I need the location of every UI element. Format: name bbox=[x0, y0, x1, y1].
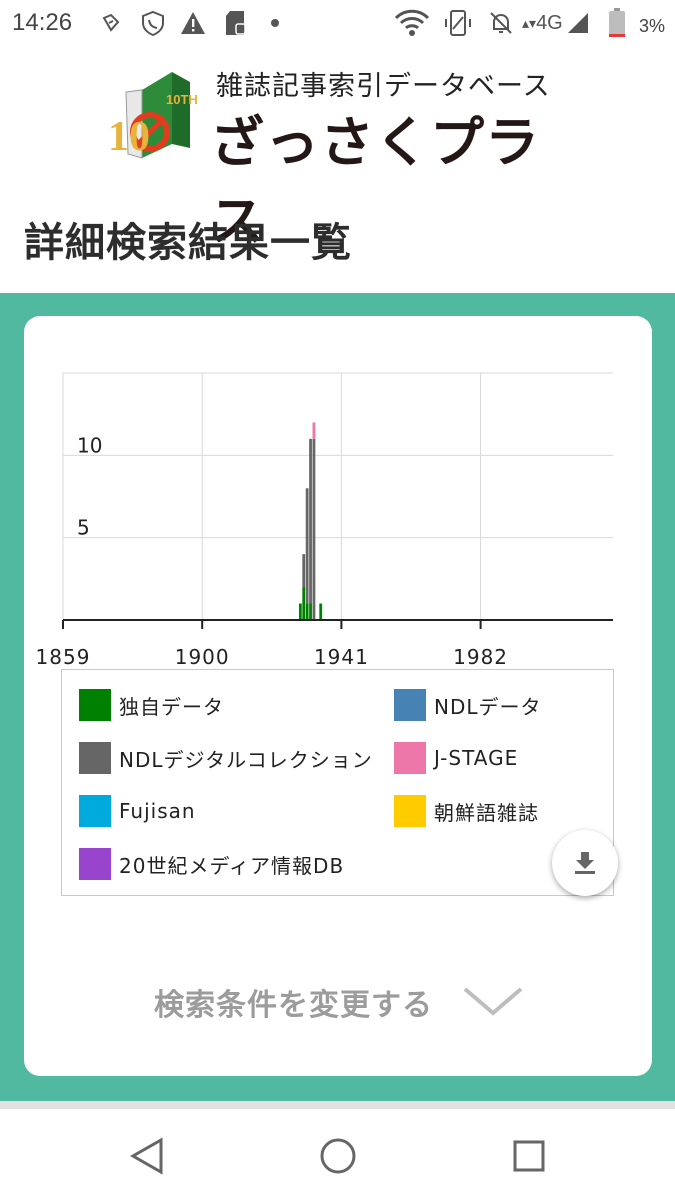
histogram-bar bbox=[309, 603, 312, 620]
legend-swatch bbox=[394, 795, 426, 827]
legend-swatch bbox=[79, 742, 111, 774]
histogram-bar bbox=[309, 438, 312, 604]
home-icon bbox=[320, 1138, 356, 1174]
legend-label: 朝鮮語雑誌 bbox=[434, 800, 539, 825]
section-divider bbox=[0, 1101, 675, 1109]
legend-swatch bbox=[79, 795, 111, 827]
histogram-bar bbox=[319, 603, 323, 620]
histogram-bar bbox=[305, 603, 309, 620]
legend-item-j-stage[interactable]: J-STAGE bbox=[394, 741, 518, 775]
histogram-bar bbox=[312, 438, 316, 620]
legend-swatch bbox=[394, 689, 426, 721]
legend-label: 独自データ bbox=[119, 694, 224, 719]
legend-item-korean-magazines[interactable]: 朝鮮語雑誌 bbox=[394, 794, 539, 828]
back-icon bbox=[129, 1137, 163, 1175]
legend-item-ndl-data[interactable]: NDLデータ bbox=[394, 688, 542, 722]
x-tick-label: 1859 bbox=[36, 645, 91, 669]
system-navigation-bar bbox=[0, 1109, 675, 1200]
x-tick-label: 1982 bbox=[453, 645, 508, 669]
x-tick-label: 1941 bbox=[314, 645, 369, 669]
change-conditions-label: 検索条件を変更する bbox=[154, 988, 433, 1023]
nav-recents-button[interactable] bbox=[504, 1131, 554, 1181]
chevron-down-icon bbox=[463, 987, 523, 1016]
y-tick-label: 10 bbox=[77, 433, 102, 457]
legend-item-ndl-digital[interactable]: NDLデジタルコレクション bbox=[79, 741, 373, 775]
legend-label: 20世紀メディア情報DB bbox=[119, 853, 345, 878]
change-search-conditions-button[interactable]: 検索条件を変更する bbox=[154, 980, 523, 1024]
legend-label: NDLデジタルコレクション bbox=[119, 747, 373, 772]
y-tick-label: 5 bbox=[77, 516, 90, 540]
legend-label: J-STAGE bbox=[434, 746, 519, 770]
chart-legend: 独自データ NDLデータ NDLデジタルコレクション J-STAGE Fujis… bbox=[61, 669, 614, 896]
nav-back-button[interactable] bbox=[122, 1131, 172, 1181]
legend-item-original-data[interactable]: 独自データ bbox=[79, 688, 224, 722]
download-button[interactable] bbox=[552, 830, 618, 896]
histogram-bar bbox=[302, 587, 306, 620]
recents-icon bbox=[513, 1140, 545, 1172]
histogram-bar bbox=[302, 554, 306, 588]
histogram-bar bbox=[298, 603, 302, 620]
year-histogram-chart: 1859 1900 1941 1982 5 10 bbox=[36, 372, 613, 669]
legend-swatch bbox=[79, 848, 111, 880]
legend-swatch bbox=[394, 742, 426, 774]
legend-label: NDLデータ bbox=[434, 694, 542, 719]
legend-item-fujisan[interactable]: Fujisan bbox=[79, 794, 196, 828]
legend-label: Fujisan bbox=[119, 799, 196, 823]
nav-home-button[interactable] bbox=[313, 1131, 363, 1181]
legend-swatch bbox=[79, 689, 111, 721]
legend-item-20c-media-db[interactable]: 20世紀メディア情報DB bbox=[79, 847, 344, 881]
download-icon bbox=[575, 852, 595, 874]
x-tick-label: 1900 bbox=[175, 645, 230, 669]
histogram-bar bbox=[312, 422, 316, 439]
histogram-bar bbox=[305, 488, 309, 604]
